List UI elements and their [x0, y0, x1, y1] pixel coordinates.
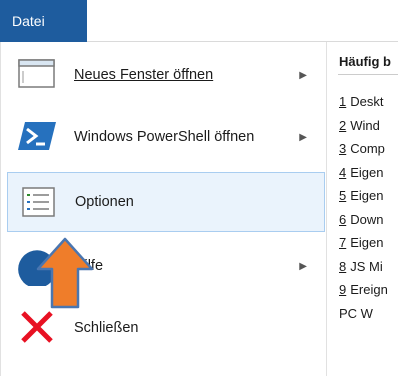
recent-place-item[interactable]: 9 Ereign [339, 282, 388, 297]
submenu-arrow-icon: ▶ [299, 260, 307, 272]
recent-place-item[interactable]: 7 Eigen [339, 235, 383, 250]
recent-place-label: PC W [339, 305, 373, 321]
recent-place-label: Eigen [350, 235, 384, 250]
file-tab[interactable]: Datei [0, 0, 87, 42]
close-icon [21, 311, 53, 343]
recent-place-number: 1 [339, 94, 347, 109]
menu-item-powershell[interactable]: Windows PowerShell öffnen ▶ [7, 107, 325, 167]
recent-place-item[interactable]: 5 Eigen [339, 188, 383, 203]
powershell-icon [18, 122, 56, 150]
recent-place-number: 2 [339, 117, 347, 133]
recent-place-item[interactable]: 8 JS Mi [339, 259, 383, 274]
recent-place-number: 9 [339, 282, 347, 297]
recent-places-pane: Häufig b 1 Deskt 2 Wind 3 Comp 4 Eigen 5 Eigen 6 Do… [328, 42, 398, 376]
menu-item-new-window[interactable]: Neues Fenster öffnen ▶ [7, 45, 325, 105]
recent-place-number: 7 [339, 235, 347, 250]
recent-place-number: 8 [339, 258, 347, 274]
options-icon [22, 187, 55, 217]
pointer-arrow-icon [36, 237, 94, 309]
submenu-arrow-icon: ▶ [299, 69, 307, 81]
window-icon [18, 59, 55, 88]
recent-place-item[interactable]: 1 Deskt [339, 94, 383, 109]
recent-place-label: Eigen [350, 164, 384, 180]
menu-item-label: Neues Fenster öffnen [74, 67, 214, 83]
recent-place-item[interactable]: 3 Comp [339, 141, 385, 156]
ribbon-bar: Datei [0, 0, 398, 42]
recent-place-label: Eigen [350, 188, 384, 203]
recent-place-label: Comp [350, 141, 385, 156]
recent-place-item[interactable]: 4 Eigen [339, 165, 383, 180]
menu-item-label: Schließen [74, 320, 139, 336]
recent-place-item[interactable]: 6 Down [339, 212, 383, 227]
menu-item-options[interactable]: Optionen [7, 172, 325, 232]
file-menu: Neues Fenster öffnen ▶ Windows PowerShel… [0, 42, 327, 376]
recent-place-item[interactable]: PC W [339, 306, 373, 321]
recent-place-label: Ereign [350, 282, 388, 297]
recent-place-label: JS Mi [350, 258, 383, 274]
recent-place-label: Wind [350, 117, 380, 133]
submenu-arrow-icon: ▶ [299, 131, 307, 143]
recent-place-label: Down [350, 211, 384, 227]
recent-place-number: 4 [339, 164, 347, 180]
recent-place-item[interactable]: 2 Wind [339, 118, 380, 133]
recent-place-number: 3 [339, 141, 347, 156]
menu-item-label: Optionen [75, 194, 134, 210]
menu-item-label: Windows PowerShell öffnen [74, 129, 255, 145]
recent-place-number: 6 [339, 211, 347, 227]
recent-place-number: 5 [339, 188, 347, 203]
divider [338, 74, 398, 75]
recent-place-label: Deskt [350, 94, 384, 109]
recent-places-title: Häufig b [339, 54, 391, 69]
